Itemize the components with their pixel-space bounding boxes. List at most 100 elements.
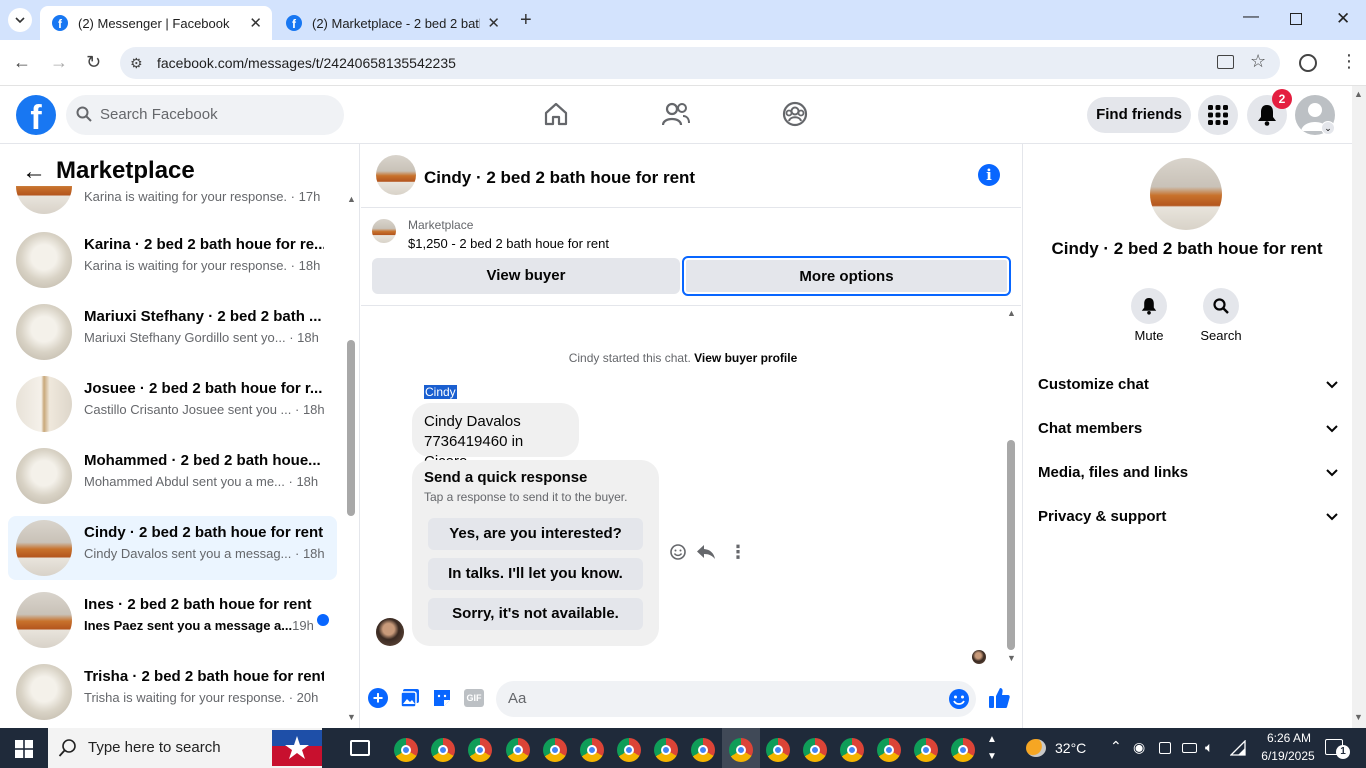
record-icon[interactable]: ◉ xyxy=(1133,739,1145,756)
privacy-support-section[interactable]: Privacy & support xyxy=(1038,508,1338,525)
chrome-taskbar-icon[interactable] xyxy=(877,738,901,762)
chrome-taskbar-icon[interactable] xyxy=(803,738,827,762)
search-highlight-icon[interactable] xyxy=(272,730,322,766)
quick-response-button[interactable]: Sorry, it's not available. xyxy=(428,598,643,630)
chrome-taskbar-icon[interactable] xyxy=(691,738,715,762)
photo-icon[interactable] xyxy=(400,688,420,708)
restore-window-icon[interactable] xyxy=(1290,13,1302,25)
list-item[interactable]: Josuee · 2 bed 2 bath houe for r... Cast… xyxy=(8,372,337,436)
chat-avatar[interactable] xyxy=(376,155,416,195)
listing-summary[interactable]: $1,250 - 2 bed 2 bath houe for rent xyxy=(408,236,609,251)
install-app-icon[interactable] xyxy=(1217,55,1234,69)
view-buyer-profile-link[interactable]: View buyer profile xyxy=(694,351,797,365)
tab-marketplace[interactable]: f (2) Marketplace - 2 bed 2 bath h ✕ xyxy=(274,6,510,40)
close-tab-icon[interactable]: ✕ xyxy=(487,14,500,32)
taskbar-overflow-chevron-icon[interactable]: ▲ ▼ xyxy=(987,731,997,765)
message-bubble[interactable]: Cindy Davalos 7736419460 in Cicero xyxy=(412,403,579,470)
forward-arrow-icon[interactable]: → xyxy=(50,52,68,73)
close-window-icon[interactable]: ✕ xyxy=(1336,9,1350,29)
chrome-taskbar-icon[interactable] xyxy=(468,738,492,762)
customize-chat-section[interactable]: Customize chat xyxy=(1038,376,1338,393)
minimize-window-icon[interactable]: — xyxy=(1243,8,1259,26)
scroll-up-arrow[interactable]: ▲ xyxy=(1354,89,1363,99)
chrome-taskbar-icon[interactable] xyxy=(840,738,864,762)
chrome-taskbar-icon[interactable] xyxy=(766,738,790,762)
emoji-icon[interactable] xyxy=(948,688,970,710)
tray-overflow-icon[interactable]: ⌃ xyxy=(1110,738,1122,755)
back-arrow-icon[interactable]: ← xyxy=(13,52,31,73)
close-tab-icon[interactable]: ✕ xyxy=(249,14,262,32)
clock-date[interactable]: 6/19/2025 xyxy=(1253,749,1323,763)
chrome-taskbar-icon[interactable] xyxy=(617,738,641,762)
gif-button[interactable]: GIF xyxy=(464,689,484,707)
chrome-taskbar-icon[interactable] xyxy=(654,738,678,762)
profile-photo[interactable] xyxy=(1150,158,1222,230)
list-scrollbar-thumb[interactable] xyxy=(347,340,355,516)
page-scrollbar[interactable] xyxy=(1352,86,1366,728)
list-item[interactable]: Mariuxi Stefhany · 2 bed 2 bath ... Mari… xyxy=(8,300,337,364)
site-info-icon[interactable]: ⚙ xyxy=(130,55,143,72)
browser-menu-icon[interactable]: ⋮ xyxy=(1340,51,1358,72)
info-icon[interactable]: i xyxy=(978,164,1000,186)
friends-icon[interactable] xyxy=(662,101,690,127)
thumbs-up-icon[interactable] xyxy=(987,686,1011,710)
chat-members-section[interactable]: Chat members xyxy=(1038,420,1338,437)
scroll-down-arrow[interactable]: ▼ xyxy=(347,712,356,722)
media-files-links-section[interactable]: Media, files and links xyxy=(1038,464,1338,481)
account-chevron-icon[interactable]: ⌄ xyxy=(1321,121,1335,135)
scroll-up-arrow[interactable]: ▲ xyxy=(1007,308,1016,318)
chat-scrollbar-thumb[interactable] xyxy=(1007,440,1015,650)
profile-icon[interactable] xyxy=(1299,54,1317,72)
weather-icon[interactable] xyxy=(1026,739,1046,757)
clock-time[interactable]: 6:26 AM xyxy=(1258,731,1320,745)
volume-icon[interactable]: 🔈︎ xyxy=(1205,739,1213,756)
view-buyer-button[interactable]: View buyer xyxy=(372,258,680,294)
mute-button[interactable]: Mute xyxy=(1124,288,1174,343)
scroll-up-arrow[interactable]: ▲ xyxy=(347,194,356,204)
list-item[interactable]: Mohammed · 2 bed 2 bath houe... Mohammed… xyxy=(8,444,337,508)
chrome-taskbar-icon[interactable] xyxy=(951,738,975,762)
windows-start-icon[interactable] xyxy=(15,740,33,758)
facebook-search-input[interactable]: Search Facebook xyxy=(66,95,344,135)
reply-icon[interactable] xyxy=(696,543,716,561)
scroll-down-arrow[interactable]: ▼ xyxy=(1007,653,1016,663)
sticker-icon[interactable] xyxy=(432,688,452,708)
reload-icon[interactable]: ↻ xyxy=(86,52,101,73)
home-icon[interactable] xyxy=(543,101,569,127)
back-arrow-icon[interactable]: ← xyxy=(22,158,46,186)
chrome-taskbar-icon[interactable] xyxy=(914,738,938,762)
message-input[interactable]: Aa xyxy=(496,681,976,717)
tab-search-button[interactable] xyxy=(8,8,32,32)
menu-button[interactable] xyxy=(1198,95,1238,135)
groups-icon[interactable] xyxy=(782,101,808,127)
more-options-button[interactable]: More options xyxy=(682,256,1011,296)
chrome-taskbar-icon[interactable] xyxy=(729,738,753,762)
weather-temperature[interactable]: 32°C xyxy=(1055,740,1086,756)
tab-messenger[interactable]: f (2) Messenger | Facebook ✕ xyxy=(40,6,272,40)
list-item[interactable]: Karina · 2 bed 2 bath houe for re... Kar… xyxy=(8,228,337,292)
chat-title[interactable]: Cindy · 2 bed 2 bath houe for rent xyxy=(424,168,695,188)
new-tab-button[interactable]: + xyxy=(520,9,532,32)
wifi-icon[interactable] xyxy=(1230,740,1246,756)
camera-icon[interactable] xyxy=(1159,742,1171,754)
react-emoji-icon[interactable] xyxy=(669,543,687,561)
chrome-taskbar-icon[interactable] xyxy=(506,738,530,762)
list-item[interactable]: Ines · 2 bed 2 bath houe for rent Ines P… xyxy=(8,588,337,652)
task-view-icon[interactable] xyxy=(350,740,370,756)
list-item-partial[interactable]: Karina is waiting for your response. · 1… xyxy=(8,186,337,216)
quick-response-button[interactable]: Yes, are you interested? xyxy=(428,518,643,550)
chrome-taskbar-icon[interactable] xyxy=(580,738,604,762)
scroll-down-arrow[interactable]: ▼ xyxy=(1354,712,1363,722)
find-friends-button[interactable]: Find friends xyxy=(1087,97,1191,133)
bookmark-star-icon[interactable]: ☆ xyxy=(1250,51,1266,72)
chrome-taskbar-icon[interactable] xyxy=(431,738,455,762)
quick-response-button[interactable]: In talks. I'll let you know. xyxy=(428,558,643,590)
facebook-logo-icon[interactable]: f xyxy=(16,95,56,135)
chrome-taskbar-icon[interactable] xyxy=(394,738,418,762)
list-item-selected[interactable]: Cindy · 2 bed 2 bath houe for rent Cindy… xyxy=(8,516,337,580)
chrome-taskbar-icon[interactable] xyxy=(543,738,567,762)
url-text[interactable]: facebook.com/messages/t/2424065813554223… xyxy=(157,55,456,71)
list-item[interactable]: Trisha · 2 bed 2 bath houe for rent Tris… xyxy=(8,660,337,724)
battery-icon[interactable] xyxy=(1182,743,1197,753)
search-in-chat-button[interactable]: Search xyxy=(1196,288,1246,343)
